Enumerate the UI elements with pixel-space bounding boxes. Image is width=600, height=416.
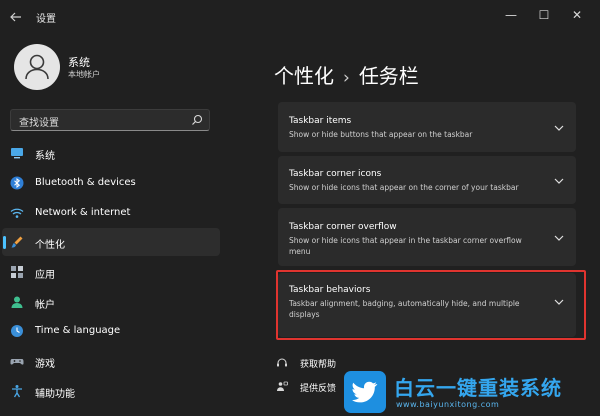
user-name: 系统 <box>68 56 90 69</box>
gamepad-icon <box>10 359 24 365</box>
highlight-box <box>276 270 586 340</box>
user-icon <box>25 54 49 80</box>
page-title: 任务栏 <box>358 64 419 88</box>
sidebar-item-apps[interactable]: 应用 <box>2 258 220 286</box>
sidebar-item-network[interactable]: Network & internet <box>2 199 220 227</box>
person-icon <box>11 296 23 308</box>
sidebar-item-gaming[interactable]: 游戏 <box>2 347 220 375</box>
wifi-icon <box>10 208 24 218</box>
breadcrumb-separator: › <box>343 68 350 88</box>
title-bar: 设置 — ☐ ✕ <box>0 0 600 32</box>
card-taskbar-items[interactable]: Taskbar items Show or hide buttons that … <box>278 102 576 152</box>
search-input[interactable]: 查找设置 <box>10 109 210 131</box>
help-icon <box>277 358 287 367</box>
sidebar-item-label: 个性化 <box>35 240 65 251</box>
card-taskbar-corner-icons[interactable]: Taskbar corner icons Show or hide icons … <box>278 156 576 204</box>
search-placeholder: 查找设置 <box>19 118 59 129</box>
chevron-down-icon[interactable] <box>554 234 564 242</box>
apps-icon <box>11 266 23 278</box>
account-type: 本地帐户 <box>68 70 100 79</box>
sidebar-item-time-language[interactable]: Time & language <box>2 317 220 345</box>
active-indicator <box>3 236 6 249</box>
sidebar-item-label: Time & language <box>35 325 121 336</box>
watermark: 白云一键重装系统 www.baiyunxitong.com <box>344 370 596 414</box>
card-title: Taskbar items <box>289 116 352 126</box>
avatar[interactable] <box>14 44 60 90</box>
bluetooth-icon <box>10 176 24 190</box>
chevron-down-icon[interactable] <box>554 124 564 132</box>
sidebar-item-bluetooth[interactable]: Bluetooth & devices <box>2 169 220 197</box>
twitter-bird-logo <box>344 371 386 413</box>
sidebar-item-system[interactable]: 系统 <box>2 139 220 167</box>
feedback-icon <box>277 381 288 391</box>
sidebar-item-label: 帐户 <box>35 300 55 311</box>
sidebar-item-label: Network & internet <box>35 207 131 218</box>
brush-icon <box>11 236 23 248</box>
globe-clock-icon <box>11 325 23 337</box>
maximize-button[interactable]: ☐ <box>533 6 555 24</box>
sidebar-item-label: 游戏 <box>35 359 55 370</box>
chevron-down-icon[interactable] <box>554 177 564 185</box>
minimize-button[interactable]: — <box>500 6 522 24</box>
card-title: Taskbar corner overflow <box>289 222 397 232</box>
get-help-label: 获取帮助 <box>300 360 337 370</box>
card-description: Show or hide icons that appear on the co… <box>289 183 519 192</box>
card-description: Show or hide icons that appear in the ta… <box>289 236 522 256</box>
card-title: Taskbar corner icons <box>289 169 382 179</box>
sidebar-item-accounts[interactable]: 帐户 <box>2 288 220 316</box>
display-icon <box>11 148 23 159</box>
breadcrumb: 个性化 › 任务栏 <box>274 60 419 89</box>
sidebar-item-label: Bluetooth & devices <box>35 177 136 188</box>
app-title: 设置 <box>36 14 56 25</box>
bird-icon <box>352 381 378 403</box>
sidebar-item-personalization[interactable]: 个性化 <box>2 228 220 256</box>
watermark-text: 白云一键重装系统 <box>394 376 562 400</box>
sidebar-item-accessibility[interactable]: 辅助功能 <box>2 377 220 405</box>
watermark-url: www.baiyunxitong.com <box>396 400 500 409</box>
back-arrow-icon[interactable] <box>7 8 25 26</box>
accessibility-icon <box>12 385 22 398</box>
give-feedback-label: 提供反馈 <box>300 384 337 394</box>
sidebar-item-label: 辅助功能 <box>35 389 75 400</box>
sidebar-item-label: 系统 <box>35 151 55 162</box>
search-icon <box>192 114 203 125</box>
card-taskbar-corner-overflow[interactable]: Taskbar corner overflow Show or hide ico… <box>278 208 576 266</box>
close-button[interactable]: ✕ <box>566 6 588 24</box>
sidebar-item-label: 应用 <box>35 270 55 281</box>
breadcrumb-parent[interactable]: 个性化 <box>274 64 334 88</box>
card-description: Show or hide buttons that appear on the … <box>289 130 473 139</box>
